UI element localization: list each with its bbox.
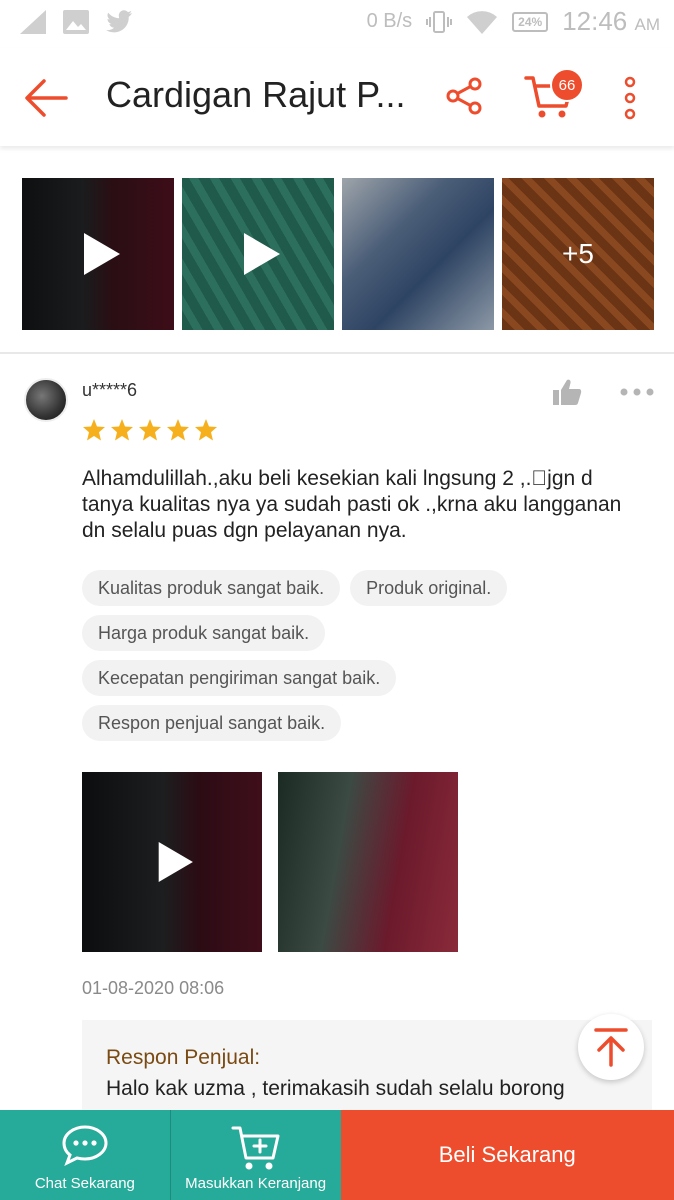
buy-now-button[interactable]: Beli Sekarang xyxy=(340,1110,674,1200)
gallery-image-thumb[interactable] xyxy=(342,178,494,330)
chat-icon xyxy=(62,1125,108,1166)
app-toolbar: Cardigan Rajut P... 66 xyxy=(0,48,674,146)
more-options-icon[interactable] xyxy=(618,76,642,120)
net-speed: 0 B/s xyxy=(366,10,413,32)
page-title: Cardigan Rajut P... xyxy=(106,74,406,115)
review-tag: Produk original. xyxy=(350,570,508,606)
battery-indicator: 24% xyxy=(512,11,549,32)
review-image-thumb[interactable] xyxy=(278,772,458,952)
star-icon xyxy=(167,419,189,441)
review-tag: Respon penjual sangat baik. xyxy=(82,705,342,741)
wifi-icon xyxy=(467,10,498,34)
gallery-video-thumb[interactable] xyxy=(182,178,334,330)
vibrate-icon xyxy=(426,10,453,33)
add-to-cart-button[interactable]: Masukkan Keranjang xyxy=(169,1110,341,1200)
star-icon xyxy=(195,419,217,441)
star-icon xyxy=(139,419,161,441)
avatar[interactable] xyxy=(24,378,68,422)
status-bar: 0 B/s 24% 12:46 AM xyxy=(0,0,674,48)
cart-count-badge: 66 xyxy=(550,68,584,102)
star-rating xyxy=(82,418,218,442)
share-icon[interactable] xyxy=(444,76,484,116)
play-icon xyxy=(244,233,280,275)
signal-icon xyxy=(20,10,46,34)
divider xyxy=(0,352,674,354)
review-tags: Kualitas produk sangat baik. Produk orig… xyxy=(82,570,642,741)
back-arrow-icon[interactable] xyxy=(22,76,70,120)
seller-response-title: Respon Penjual: xyxy=(106,1046,261,1069)
review-tag: Kecepatan pengiriman sangat baik. xyxy=(82,660,397,696)
add-to-cart-label: Masukkan Keranjang xyxy=(185,1175,327,1192)
scroll-to-top-button[interactable] xyxy=(578,1014,644,1080)
gallery-image-thumb-more[interactable]: +5 xyxy=(502,178,654,330)
review-tag: Harga produk sangat baik. xyxy=(82,615,326,651)
clock-time: 12:46 xyxy=(562,6,628,36)
thumbs-up-icon[interactable] xyxy=(552,378,582,406)
review-video-thumb[interactable] xyxy=(82,772,262,952)
star-icon xyxy=(83,419,105,441)
review-media xyxy=(82,772,458,952)
add-cart-icon xyxy=(231,1126,280,1170)
bottom-action-bar: Chat Sekarang Masukkan Keranjang Beli Se… xyxy=(0,1110,674,1200)
review-tag: Kualitas produk sangat baik. xyxy=(82,570,341,606)
more-count: +5 xyxy=(562,238,594,269)
review-gallery: +5 xyxy=(22,178,654,330)
twitter-icon xyxy=(106,10,132,33)
review-date: 01-08-2020 08:06 xyxy=(82,978,225,998)
reviewer-username: u*****6 xyxy=(82,380,138,400)
arrow-up-icon xyxy=(594,1028,628,1067)
status-icons-left xyxy=(18,8,134,36)
review-text: Alhamdulillah.,aku beli kesekian kali ln… xyxy=(82,467,622,542)
status-icons-right: 0 B/s 24% 12:46 AM xyxy=(367,6,660,37)
review-more-icon[interactable] xyxy=(620,388,654,396)
seller-response-text: Halo kak uzma , terimakasih sudah selalu… xyxy=(106,1077,565,1100)
clock-ampm: AM xyxy=(634,15,661,34)
play-icon xyxy=(158,842,193,882)
star-icon xyxy=(111,419,133,441)
play-icon xyxy=(84,233,120,275)
gallery-video-thumb[interactable] xyxy=(22,178,174,330)
image-icon xyxy=(63,10,89,34)
chat-now-label: Chat Sekarang xyxy=(34,1175,135,1192)
clock: 12:46 AM xyxy=(562,6,660,37)
chat-now-button[interactable]: Chat Sekarang xyxy=(0,1110,170,1200)
